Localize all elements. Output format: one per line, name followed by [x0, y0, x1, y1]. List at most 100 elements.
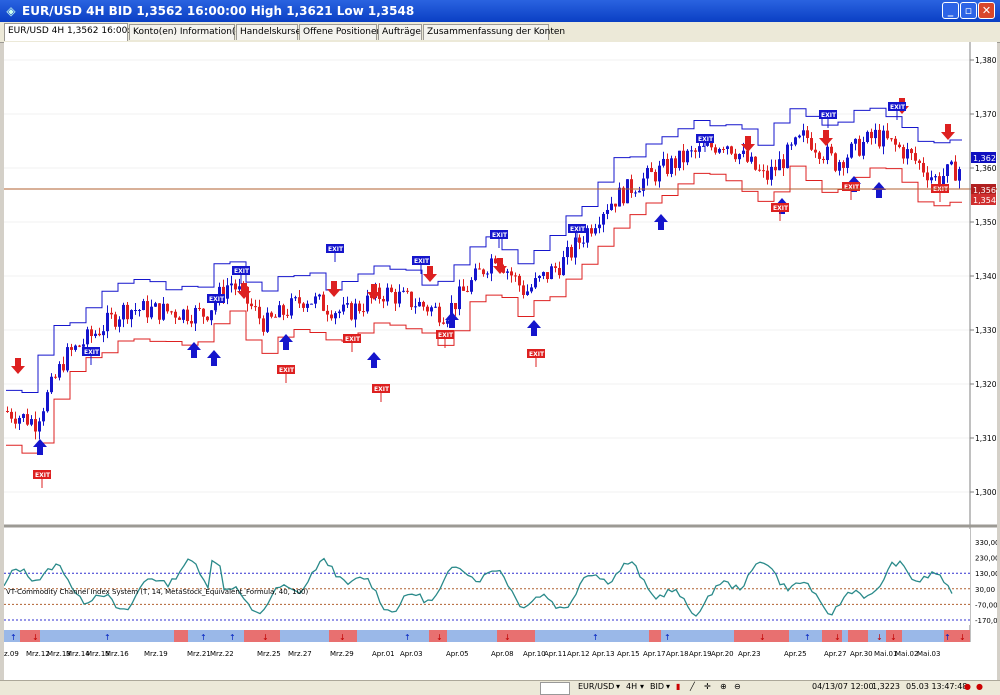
zoom-in-icon[interactable]: ⊕ — [720, 682, 727, 691]
candle-body — [658, 165, 661, 182]
candle-body — [646, 168, 649, 179]
candle-body — [630, 179, 633, 193]
price-chart[interactable]: EXIT EXIT EXIT EXIT EXIT EXIT EXIT EXIT EXIT EXIT… — [3, 42, 1000, 682]
candle-body — [418, 301, 421, 307]
candle-body — [854, 138, 857, 144]
candle-body — [10, 411, 13, 419]
candle-body — [282, 305, 285, 315]
candle-body — [942, 175, 945, 185]
signal-strip-sell-zone — [848, 630, 868, 642]
tab-account-summary[interactable]: Zusammenfassung der Konten — [423, 24, 565, 40]
candle-body — [390, 287, 393, 292]
dropdown-icon[interactable]: ▾ — [616, 682, 620, 691]
close-button[interactable]: ✕ — [978, 2, 995, 19]
dropdown-icon[interactable]: ▾ — [666, 682, 670, 691]
candle-body — [230, 283, 233, 286]
candle-body — [314, 296, 317, 304]
candle-body — [250, 303, 253, 307]
candle-body — [870, 131, 873, 139]
zoom-out-icon[interactable]: ⊖ — [734, 682, 741, 691]
date-axis-label: Apr.10 — [523, 650, 546, 658]
candle-body — [58, 364, 61, 378]
candle-body — [598, 224, 601, 229]
candle-body — [546, 272, 549, 280]
candle-body — [226, 285, 229, 299]
exit-flag-label: EXIT — [570, 226, 586, 233]
exit-flag-label: EXIT — [279, 367, 295, 374]
candle-body — [254, 306, 257, 308]
side-selector[interactable]: BID — [650, 682, 664, 691]
candle-body — [402, 290, 405, 292]
horizontal-scrollbar[interactable] — [540, 682, 570, 695]
candle-body — [394, 291, 397, 304]
candle-body — [366, 295, 369, 312]
connection-icon: ● — [964, 682, 971, 691]
candle-body — [138, 310, 141, 312]
candle-body — [618, 187, 621, 207]
tab-chart[interactable]: EUR/USD 4H 1,3562 16:00:00 — [4, 23, 142, 41]
tab-rates[interactable]: Handelskurse — [236, 24, 301, 40]
strip-buy-arrow-icon: ↑ — [200, 633, 207, 642]
tab-open-positions[interactable]: Offene Positionen — [299, 24, 382, 40]
candle-body — [146, 301, 149, 318]
candle-type-icon[interactable]: ▮ — [676, 682, 680, 691]
candle-body — [194, 307, 197, 324]
candle-body — [694, 150, 697, 152]
candle-body — [470, 280, 473, 292]
candle-body — [406, 290, 409, 292]
strip-buy-arrow-icon: ↑ — [404, 633, 411, 642]
date-axis-label: Apr.01 — [372, 650, 395, 658]
candle-body — [274, 316, 277, 318]
exit-flag-label: EXIT — [821, 112, 837, 119]
strip-sell-arrow-icon: ↓ — [876, 633, 883, 642]
candle-body — [790, 144, 793, 146]
candle-body — [354, 303, 357, 320]
candle-body — [358, 303, 361, 312]
candle-body — [198, 307, 201, 309]
price-axis-label: 1,3700 — [975, 110, 997, 119]
candle-body — [114, 314, 117, 327]
minimize-button[interactable]: _ — [942, 2, 959, 19]
low-price-label: 1,3548 — [973, 196, 997, 205]
line-tool-icon[interactable]: ╱ — [690, 682, 695, 691]
candle-body — [518, 275, 521, 286]
crosshair-icon[interactable]: ✛ — [704, 682, 711, 691]
candle-body — [550, 266, 553, 280]
candle-body — [38, 421, 41, 432]
maximize-button[interactable]: ▫ — [960, 2, 977, 19]
candle-body — [14, 418, 17, 424]
candle-body — [30, 419, 33, 425]
candle-body — [166, 303, 169, 312]
candle-body — [262, 318, 265, 332]
candle-body — [202, 308, 205, 317]
indicator-label: VT-Commodity Channel Index System (T, 14… — [6, 588, 308, 596]
candle-body — [70, 347, 73, 350]
indicator-pane[interactable] — [4, 529, 970, 625]
tab-orders[interactable]: Aufträge — [378, 24, 422, 40]
candle-body — [438, 306, 441, 323]
date-axis-label: Mai.03 — [917, 650, 940, 658]
candle-body — [770, 166, 773, 180]
exit-flag-label: EXIT — [374, 386, 390, 393]
candle-body — [158, 303, 161, 320]
candle-body — [582, 242, 585, 244]
candle-body — [342, 304, 345, 312]
signal-strip-sell-zone — [174, 630, 188, 642]
candle-body — [594, 228, 597, 234]
candle-body — [774, 166, 777, 171]
candle-body — [626, 179, 629, 204]
candle-body — [866, 131, 869, 142]
candle-body — [930, 177, 933, 181]
timeframe-selector[interactable]: 4H — [626, 682, 637, 691]
candle-body — [882, 130, 885, 147]
bid-price-label: 1,3562 — [973, 186, 997, 195]
dropdown-icon[interactable]: ▾ — [640, 682, 644, 691]
candle-body — [586, 228, 589, 243]
candle-body — [206, 316, 209, 321]
chart-area[interactable]: EXIT EXIT EXIT EXIT EXIT EXIT EXIT EXIT EXIT EXIT… — [3, 42, 1000, 682]
tab-account-info[interactable]: Konto(en) Information(en) — [129, 24, 250, 40]
candle-body — [738, 154, 741, 160]
status-clock: 05.03 13:47:48 — [906, 682, 968, 691]
symbol-selector[interactable]: EUR/USD — [578, 682, 614, 691]
candle-body — [830, 146, 833, 154]
